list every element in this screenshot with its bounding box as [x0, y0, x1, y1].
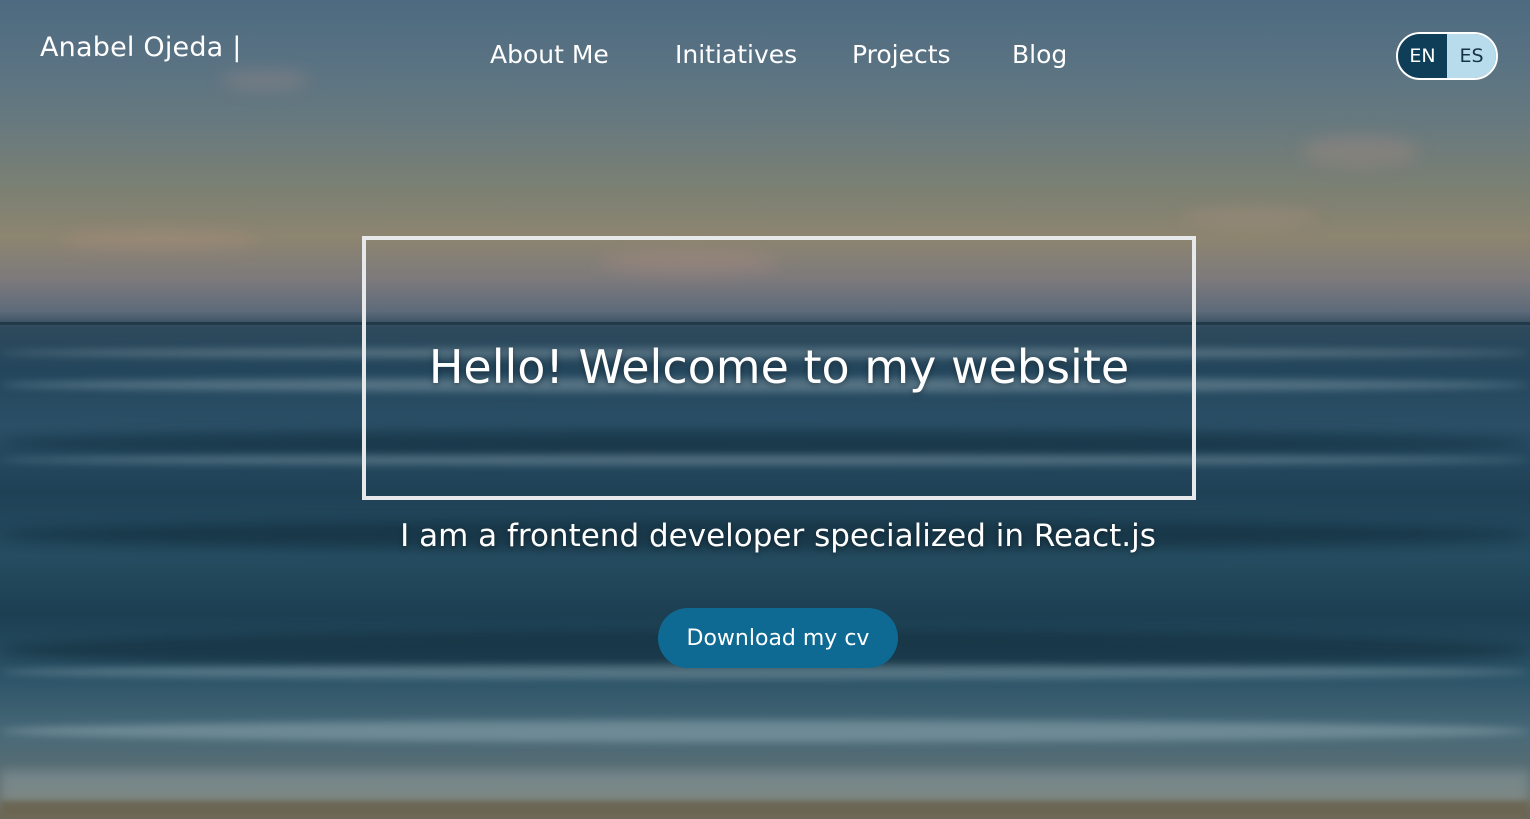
nav-link-blog[interactable]: Blog: [1012, 40, 1067, 69]
language-toggle[interactable]: EN ES: [1396, 32, 1498, 80]
language-option-en[interactable]: EN: [1398, 34, 1447, 78]
shore-sand: [0, 801, 1530, 819]
nav-link-projects[interactable]: Projects: [852, 40, 951, 69]
wave-crest: [0, 720, 1530, 742]
nav-link-about-me[interactable]: About Me: [490, 40, 609, 69]
sky-cloud: [1300, 135, 1420, 167]
page-title: Hello! Welcome to my website: [428, 340, 1130, 394]
nav-link-initiatives[interactable]: Initiatives: [675, 40, 797, 69]
sky-cloud: [1180, 208, 1320, 226]
main-nav: About Me Initiatives Projects Blog: [0, 40, 1530, 80]
hero-subtitle: I am a frontend developer specialized in…: [400, 518, 1156, 554]
download-cv-button[interactable]: Download my cv: [658, 608, 898, 668]
sky-cloud: [60, 230, 260, 250]
language-option-es[interactable]: ES: [1447, 34, 1496, 78]
